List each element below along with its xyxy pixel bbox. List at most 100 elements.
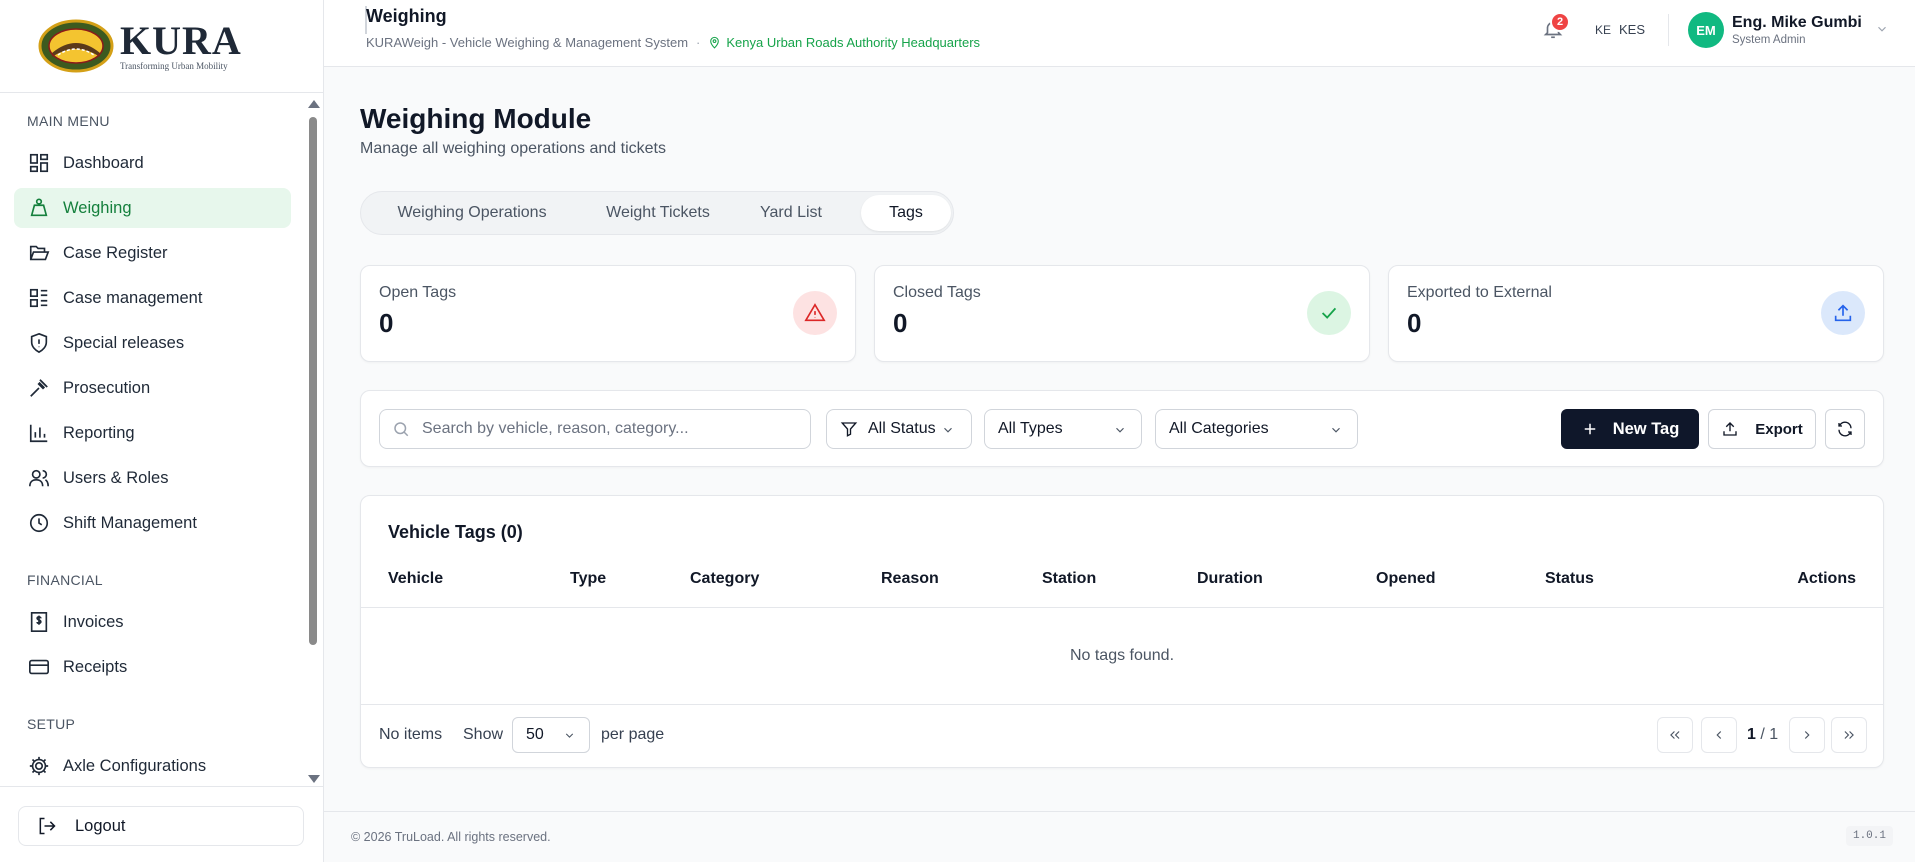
list-icon	[29, 288, 48, 308]
sidebar-item-label: Dashboard	[63, 153, 144, 172]
top-header: Weighing KURAWeigh - Vehicle Weighing & …	[324, 0, 1915, 67]
sidebar-item-special-releases[interactable]: Special releases	[14, 323, 291, 363]
tab-yard-list[interactable]: Yard List	[737, 195, 845, 231]
copyright-text: © 2026 TruLoad. All rights reserved.	[351, 830, 551, 844]
column-header-category[interactable]: Category	[690, 570, 759, 588]
gear-icon	[29, 756, 49, 776]
total-pages: / 1	[1760, 726, 1779, 743]
first-page-button[interactable]	[1657, 717, 1693, 753]
sidebar-item-case-management[interactable]: Case management	[14, 278, 291, 318]
refresh-button[interactable]	[1825, 409, 1865, 449]
sidebar-nav: MAIN MENU Dashboard Weighing Case Regist…	[0, 93, 324, 786]
weighing-icon	[30, 198, 48, 217]
check-icon	[1321, 307, 1337, 319]
notification-badge: 2	[1550, 12, 1570, 32]
sidebar-item-axle-configurations[interactable]: Axle Configurations	[14, 746, 291, 786]
sidebar-item-weighing[interactable]: Weighing	[14, 188, 291, 228]
sidebar-item-invoices[interactable]: Invoices	[14, 602, 291, 642]
vehicle-tags-table: Vehicle Tags (0) Vehicle Type Category R…	[360, 495, 1884, 768]
stat-value: 0	[893, 308, 908, 338]
status-filter-value: All Status	[868, 420, 936, 437]
sidebar-item-case-register[interactable]: Case Register	[14, 233, 291, 273]
stat-card-closed-tags: Closed Tags 0	[874, 265, 1370, 362]
new-tag-button[interactable]: New Tag	[1561, 409, 1699, 449]
footer-divider	[361, 704, 1883, 705]
sidebar-item-label: Axle Configurations	[63, 756, 207, 775]
sidebar-item-receipts[interactable]: Receipts	[14, 647, 291, 687]
current-page: 1	[1747, 726, 1756, 743]
section-label-setup: SETUP	[27, 716, 76, 732]
brand-logo[interactable]: KURA Transforming Urban Mobility	[0, 0, 323, 93]
filter-bar: All Status All Types All Categories New …	[360, 390, 1884, 467]
page-subtitle: Manage all weighing operations and ticke…	[360, 140, 666, 157]
sidebar-item-label: Invoices	[63, 612, 124, 631]
chevron-left-icon	[1716, 731, 1722, 739]
chevrons-left-icon	[1670, 731, 1680, 739]
page-title: Weighing Module	[360, 103, 592, 134]
sidebar-item-label: Special releases	[63, 333, 185, 352]
last-page-button[interactable]	[1831, 717, 1867, 753]
search-input[interactable]	[422, 420, 802, 438]
items-count: No items	[379, 726, 443, 743]
logout-area: Logout	[0, 786, 324, 862]
tab-weight-tickets[interactable]: Weight Tickets	[583, 195, 733, 231]
sidebar-item-dashboard[interactable]: Dashboard	[14, 143, 291, 183]
upload-icon	[1723, 422, 1737, 436]
user-name[interactable]: Eng. Mike Gumbi	[1732, 14, 1862, 32]
column-header-station[interactable]: Station	[1042, 570, 1096, 588]
category-filter-select[interactable]: All Categories	[1155, 409, 1358, 449]
column-header-opened[interactable]: Opened	[1376, 570, 1436, 588]
stat-label: Closed Tags	[893, 284, 981, 301]
export-button[interactable]: Export	[1708, 409, 1816, 449]
next-page-button[interactable]	[1789, 717, 1825, 753]
sidebar-scrollbar[interactable]	[307, 97, 320, 784]
new-tag-label: New Tag	[1612, 419, 1680, 438]
gavel-icon	[30, 379, 48, 397]
prev-page-button[interactable]	[1701, 717, 1737, 753]
sidebar-item-label: Weighing	[63, 198, 132, 217]
column-header-vehicle[interactable]: Vehicle	[388, 570, 443, 588]
map-pin-icon	[710, 36, 720, 49]
stat-label: Open Tags	[379, 284, 457, 301]
refresh-icon	[1838, 421, 1852, 437]
stat-icon-bubble	[793, 291, 837, 335]
per-page-label: per page	[601, 726, 665, 743]
stat-card-exported: Exported to External 0	[1388, 265, 1884, 362]
module-tabs: Weighing Operations Weight Tickets Yard …	[360, 191, 954, 235]
sidebar-item-prosecution[interactable]: Prosecution	[14, 368, 291, 408]
search-box[interactable]	[379, 409, 811, 449]
column-header-reason[interactable]: Reason	[881, 570, 939, 588]
chevron-down-icon	[1116, 427, 1124, 433]
scroll-down-arrow-icon[interactable]	[308, 775, 320, 783]
section-label-main-menu: MAIN MENU	[27, 113, 110, 129]
empty-state-message: No tags found.	[1069, 647, 1175, 664]
logout-button[interactable]: Logout	[18, 806, 304, 846]
scroll-thumb[interactable]	[309, 117, 317, 645]
invoice-icon	[30, 612, 48, 632]
header-station: Kenya Urban Roads Authority Headquarters	[708, 35, 980, 50]
scroll-up-arrow-icon[interactable]	[308, 100, 320, 108]
stat-icon-bubble	[1821, 291, 1865, 335]
header-subtitle-row: KURAWeigh - Vehicle Weighing & Managemen…	[366, 35, 980, 50]
column-header-duration[interactable]: Duration	[1197, 570, 1263, 588]
plus-icon	[1584, 423, 1595, 435]
export-label: Export	[1755, 420, 1803, 438]
type-filter-select[interactable]: All Types	[984, 409, 1142, 449]
sidebar-item-shift-management[interactable]: Shift Management	[14, 503, 291, 543]
status-filter-select[interactable]: All Status	[826, 409, 972, 449]
chevron-down-icon[interactable]	[1875, 22, 1889, 36]
sidebar-item-label: Case Register	[63, 243, 168, 262]
tab-weighing-operations[interactable]: Weighing Operations	[364, 195, 580, 231]
country-code: KE	[1595, 22, 1612, 37]
upload-icon	[1834, 304, 1852, 322]
avatar[interactable]: EM	[1688, 12, 1724, 48]
tab-tags[interactable]: Tags	[861, 195, 951, 231]
column-header-type[interactable]: Type	[570, 570, 606, 588]
warning-icon	[804, 303, 826, 322]
sidebar-item-users-roles[interactable]: Users & Roles	[14, 458, 291, 498]
currency-selector[interactable]: KE KES	[1595, 22, 1645, 37]
logout-icon	[39, 817, 56, 835]
page-size-select[interactable]: 50	[512, 717, 590, 753]
column-header-status[interactable]: Status	[1545, 570, 1594, 588]
sidebar-item-reporting[interactable]: Reporting	[14, 413, 291, 453]
